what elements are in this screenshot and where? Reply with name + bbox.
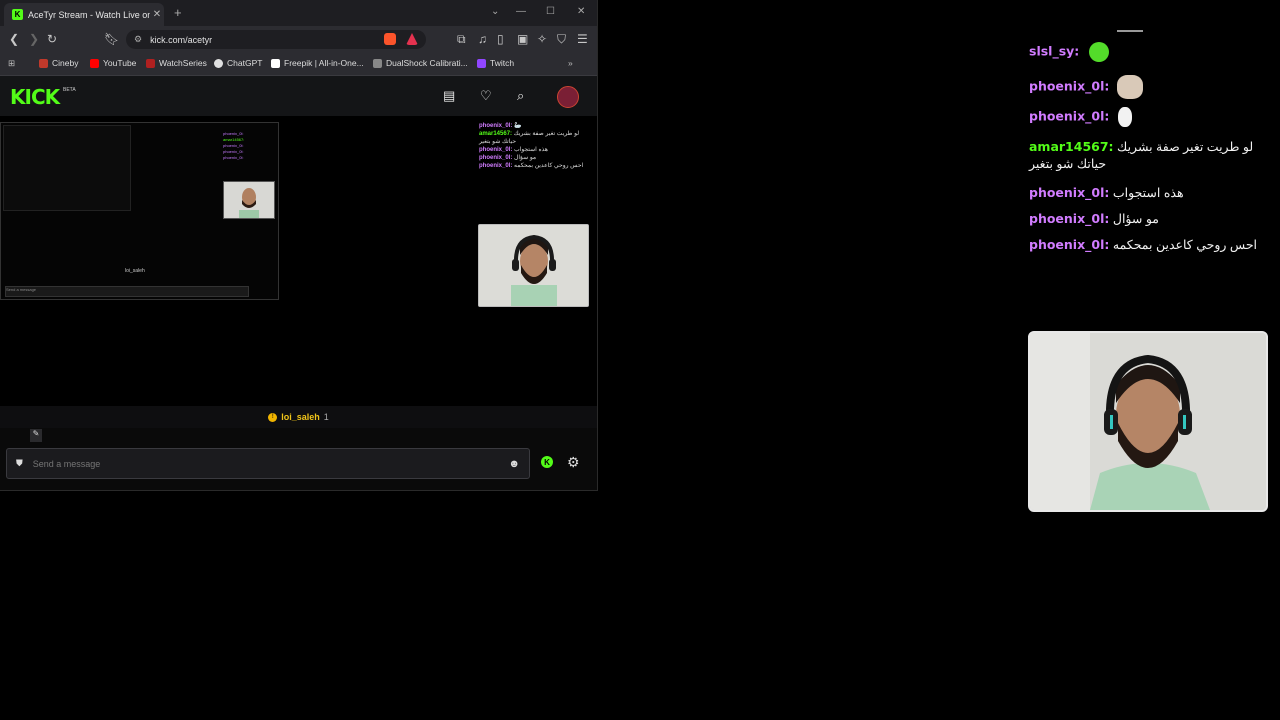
bookmark-freepik[interactable]: Freepik | All-in-One...: [271, 58, 364, 68]
goose-emote-icon: [1117, 107, 1132, 127]
overlay-chat-line: phoenix_0l:: [1029, 107, 1269, 127]
bookmark-youtube[interactable]: YouTube: [90, 58, 136, 68]
browser-toolbar: ❮ ❯ ↻ 🔖︎ ⚙︎ kick.com/acetyr ⧉ ♫ ▯ ▣ ✧ ⛉ …: [0, 26, 597, 53]
leo-ai-icon[interactable]: ✧: [537, 32, 547, 46]
pencil-icon[interactable]: ✎: [30, 429, 42, 442]
chatgpt-icon: [214, 58, 223, 68]
heart-icon[interactable]: ♡: [480, 88, 492, 104]
cat-emote-icon: [1116, 75, 1143, 99]
bookmarks-bar: ⊞ Cineby YouTube WatchSeries ChatGPT Fre…: [0, 53, 597, 76]
overlay-chat-line: phoenix_0l: هذه استجواب: [1029, 185, 1184, 200]
chat-line: phoenix_0l: هذه استجواب: [479, 147, 548, 153]
overlay-divider: [1117, 30, 1143, 32]
close-window-icon[interactable]: ✕: [577, 6, 585, 17]
reload-icon[interactable]: ↻: [47, 32, 57, 46]
more-bookmarks-icon[interactable]: »: [568, 58, 573, 68]
user-avatar[interactable]: [557, 86, 579, 108]
kick-logo[interactable]: KICK: [10, 85, 60, 109]
tab-strip: K AceTyr Stream - Watch Live on Kick ✕ +…: [0, 0, 597, 26]
chat-message-input[interactable]: [30, 457, 509, 470]
overlay-webcam: [1028, 331, 1268, 512]
overlay-chat-line: amar14567: لو طريت تغير صفة بشريك حياتك …: [1029, 139, 1254, 171]
sidebar-icon[interactable]: ▯: [497, 32, 504, 46]
bookmark-icon[interactable]: 🔖︎: [104, 32, 119, 46]
kick-favicon-icon: K: [12, 9, 23, 20]
chat-line: phoenix_0l: 🦢: [479, 123, 522, 129]
maximize-icon[interactable]: ☐: [546, 6, 555, 17]
wallet-icon[interactable]: ▣: [517, 32, 528, 46]
bookmark-twitch[interactable]: Twitch: [477, 58, 514, 68]
kick-points-button[interactable]: K: [541, 456, 553, 468]
green-blob-emote-icon: [1088, 42, 1109, 62]
vpn-icon[interactable]: ⛉: [557, 32, 566, 47]
extensions-icon[interactable]: ⧉: [457, 32, 466, 47]
bookmark-cineby[interactable]: Cineby: [39, 58, 78, 68]
kick-page: KICK BETA ▤ ♡ ⌕ phoenix_0l: amar14567: p…: [0, 76, 597, 490]
tab-search-icon[interactable]: ⌄: [491, 6, 499, 17]
stream-chat-overlay: phoenix_0l: 🦢 amar14567: لو طريت تغير صف…: [479, 122, 594, 170]
gamepad-icon: [373, 58, 382, 68]
gear-icon[interactable]: ⚙︎: [567, 454, 580, 471]
shield-icon: ⛊: [16, 458, 23, 468]
host-count: 1: [323, 412, 329, 422]
chat-line: phoenix_0l: مو سؤال: [479, 155, 537, 161]
url-text: kick.com/acetyr: [150, 34, 213, 45]
bookmark-dualshock[interactable]: DualShock Calibrati...: [373, 58, 468, 68]
following-icon[interactable]: ▤: [443, 88, 455, 104]
overlay-chat-line: slsl_sy:: [1029, 42, 1269, 62]
new-tab-icon[interactable]: +: [174, 5, 182, 20]
site-settings-icon[interactable]: ⚙︎: [134, 34, 142, 45]
close-tab-icon[interactable]: ✕: [150, 9, 164, 20]
cineby-icon: [39, 58, 48, 68]
youtube-icon: [90, 58, 99, 68]
twitch-icon: [477, 58, 486, 68]
media-icon[interactable]: ♫: [478, 32, 487, 46]
beta-badge: BETA: [63, 87, 76, 93]
apps-grid-icon[interactable]: ⊞: [8, 58, 15, 69]
nested-mini-chat: phoenix_0l: amar14567: phoenix_0l: phoen…: [223, 131, 275, 171]
tab-kick[interactable]: K AceTyr Stream - Watch Live on Kick ✕: [4, 3, 164, 26]
chat-line: phoenix_0l: احس روحي كاعدين بمحكمه: [479, 163, 584, 169]
back-icon[interactable]: ❮: [9, 32, 19, 46]
chat-line: amar14567: لو طريت تغير صفة بشريك حياتك …: [479, 131, 580, 145]
minimize-icon[interactable]: —: [516, 6, 526, 17]
search-icon[interactable]: ⌕: [517, 88, 524, 104]
chat-message-box: ⛊ ☻: [6, 448, 530, 479]
nested-stream-capture: phoenix_0l: amar14567: phoenix_0l: phoen…: [0, 122, 279, 300]
watchseries-icon: [146, 58, 155, 68]
kick-header: KICK BETA ▤ ♡ ⌕: [0, 76, 597, 116]
overlay-chat-line: phoenix_0l: احس روحي كاعدين بمحكمه: [1029, 237, 1258, 252]
address-bar[interactable]: ⚙︎ kick.com/acetyr: [126, 30, 426, 49]
browser-window: K AceTyr Stream - Watch Live on Kick ✕ +…: [0, 0, 598, 491]
freepik-icon: [271, 58, 280, 68]
host-name[interactable]: loi_saleh: [281, 412, 320, 422]
overlay-chat-line: phoenix_0l:: [1029, 75, 1269, 99]
emoji-icon[interactable]: ☻: [508, 458, 520, 470]
tab-title: AceTyr Stream - Watch Live on Kick: [28, 9, 150, 20]
bookmark-chatgpt[interactable]: ChatGPT: [214, 58, 262, 68]
stream-video[interactable]: phoenix_0l: amar14567: phoenix_0l: phoen…: [0, 116, 597, 406]
forward-icon[interactable]: ❯: [29, 32, 39, 46]
bookmark-watchseries[interactable]: WatchSeries: [146, 58, 207, 68]
brave-shields-icon[interactable]: [384, 33, 396, 45]
coin-icon: !: [268, 412, 278, 422]
nested-host-name: loi_saleh: [125, 268, 145, 274]
nested-mini-window: [3, 125, 131, 211]
menu-icon[interactable]: ☰: [577, 32, 588, 46]
mini-chat-line: phoenix_0l:: [223, 155, 244, 160]
nested-webcam: [223, 181, 275, 219]
stream-webcam: [478, 224, 589, 307]
nested-message-bar: Send a message: [5, 286, 249, 297]
host-notification: ! loi_saleh 1: [0, 406, 597, 428]
overlay-chat-line: phoenix_0l: مو سؤال: [1029, 211, 1159, 226]
